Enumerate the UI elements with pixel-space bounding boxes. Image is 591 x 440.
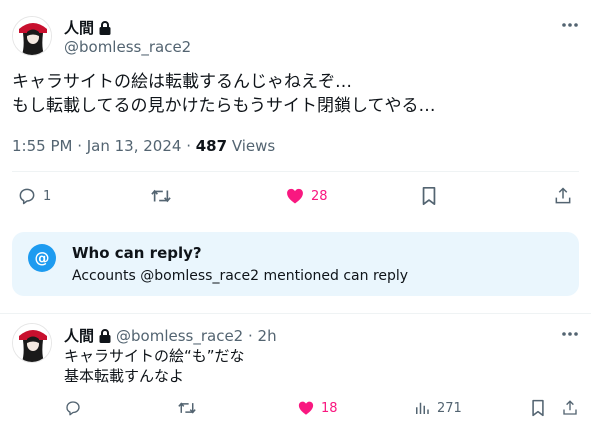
like-count: 28 <box>311 188 328 204</box>
divider <box>0 313 591 314</box>
lock-icon <box>99 328 111 343</box>
share-icon <box>555 187 571 204</box>
display-name[interactable]: 人間 <box>64 325 94 346</box>
tweet-text: キャラサイトの絵は転載するんじゃねえぞ… もし転載してるの見かけたらもうサイト閉… <box>12 70 582 118</box>
tweet-text-line: キャラサイトの絵は転載するんじゃねえぞ… <box>12 72 352 92</box>
who-can-reply-title: Who can reply? <box>72 244 202 262</box>
divider <box>12 171 579 172</box>
share-icon <box>563 400 577 415</box>
views-label: Views <box>227 137 276 155</box>
lock-icon <box>99 20 111 35</box>
more-options-icon[interactable] <box>561 16 579 38</box>
more-options-icon[interactable] <box>561 325 579 347</box>
heart-filled-icon <box>287 188 303 204</box>
retweet-icon <box>178 402 196 414</box>
reply-icon <box>19 188 35 205</box>
reply-button[interactable]: 1 <box>17 186 51 206</box>
avatar-image <box>13 17 51 55</box>
like-count: 18 <box>321 400 338 416</box>
reply-text-line: キャラサイトの絵“も”だな <box>64 347 245 365</box>
bookmark-button[interactable] <box>420 186 438 206</box>
bookmark-icon <box>422 186 436 206</box>
reply-count: 1 <box>43 188 52 204</box>
timestamp[interactable]: 1:55 PM · Jan 13, 2024 · <box>12 137 196 155</box>
retweet-button[interactable] <box>150 186 178 206</box>
retweet-icon <box>151 189 171 203</box>
like-button[interactable]: 28 <box>285 186 328 206</box>
author-name[interactable]: 人間 <box>64 17 112 38</box>
like-button[interactable]: 18 <box>297 399 338 417</box>
reply-button[interactable] <box>64 399 88 417</box>
share-button[interactable] <box>561 399 579 417</box>
analytics-icon <box>416 402 429 414</box>
reply-handle-time[interactable]: @bomless_race2 · 2h <box>116 327 277 345</box>
views-count: 271 <box>437 400 462 416</box>
tweet-meta: 1:55 PM · Jan 13, 2024 · 487 Views <box>12 137 275 155</box>
views-count: 487 <box>195 137 228 155</box>
retweet-button[interactable] <box>177 399 203 417</box>
reply-author[interactable]: 人間 <box>64 325 112 346</box>
tweet-text-line: もし転載してるの見かけたらもうサイト閉鎖してやる… <box>12 96 436 116</box>
mention-icon: @ <box>28 244 56 272</box>
reply-text: キャラサイトの絵“も”だな 基本転載すんなよ <box>64 346 245 386</box>
heart-filled-icon <box>298 401 314 415</box>
reply-header: 人間 @bomless_race2 · 2h <box>64 325 277 346</box>
reply-text-line: 基本転載すんなよ <box>64 367 185 385</box>
avatar-image <box>13 324 51 362</box>
views-button[interactable]: 271 <box>413 399 462 417</box>
display-name[interactable]: 人間 <box>64 17 94 38</box>
share-button[interactable] <box>553 186 573 206</box>
author-handle[interactable]: @bomless_race2 <box>64 38 191 56</box>
reply-icon <box>66 401 80 416</box>
who-can-reply-box: @ Who can reply? Accounts @bomless_race2… <box>12 232 579 296</box>
avatar[interactable] <box>12 16 52 56</box>
bookmark-icon <box>532 399 544 417</box>
bookmark-button[interactable] <box>530 399 546 417</box>
who-can-reply-body: Accounts @bomless_race2 mentioned can re… <box>72 268 409 284</box>
avatar[interactable] <box>12 323 52 363</box>
